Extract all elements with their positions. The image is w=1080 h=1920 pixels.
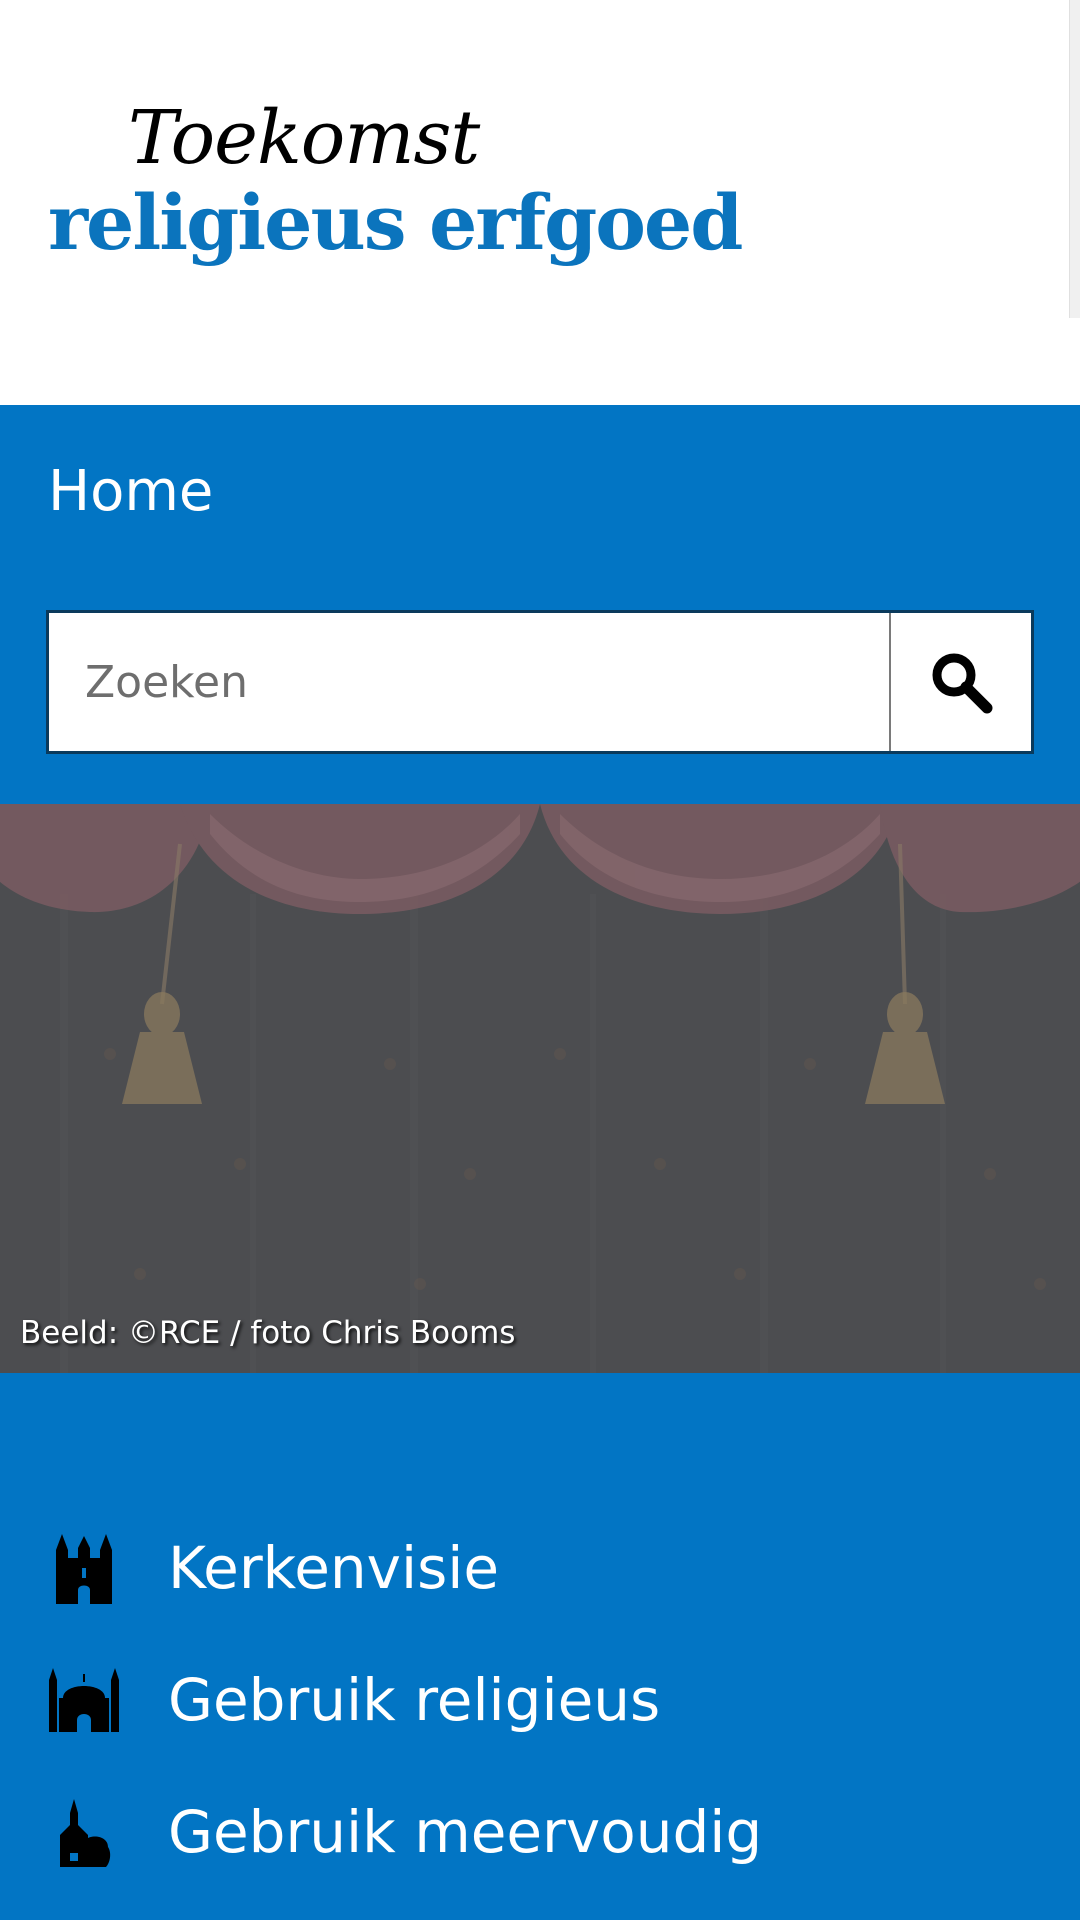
scrollbar-track[interactable] bbox=[1069, 0, 1080, 318]
topic-list: Kerkenvisie Gebruik religieus Gebruik me… bbox=[0, 1373, 1080, 1920]
main-navigation: Home bbox=[0, 405, 1080, 804]
church-icon bbox=[0, 1532, 168, 1604]
topic-label: Kerkenvisie bbox=[168, 1534, 500, 1602]
topic-link-gebruik-religieus[interactable]: Gebruik religieus bbox=[0, 1645, 1080, 1755]
hero-image: Beeld: ©RCE / foto Chris Booms bbox=[0, 804, 1080, 1373]
search-input[interactable] bbox=[49, 613, 889, 751]
topic-label: Gebruik religieus bbox=[168, 1666, 661, 1734]
topic-link-kerkenvisie[interactable]: Kerkenvisie bbox=[0, 1513, 1080, 1623]
logo-line-religieus-erfgoed: religieus erfgoed bbox=[48, 178, 743, 267]
chapel-tree-icon bbox=[0, 1797, 168, 1867]
topic-link-gebruik-meervoudig[interactable]: Gebruik meervoudig bbox=[0, 1777, 1080, 1887]
mosque-icon bbox=[0, 1668, 168, 1732]
site-logo[interactable]: Toekomst religieus erfgoed bbox=[48, 95, 743, 267]
search-form bbox=[46, 610, 1034, 754]
page: Toekomst religieus erfgoed Home Zoeken B… bbox=[0, 0, 1080, 1920]
search-button[interactable] bbox=[889, 613, 1031, 751]
site-header: Toekomst religieus erfgoed bbox=[0, 0, 1080, 405]
curtain-photo bbox=[0, 804, 1080, 1373]
topic-label: Gebruik meervoudig bbox=[168, 1798, 763, 1866]
image-credit-caption: Beeld: ©RCE / foto Chris Booms bbox=[20, 1315, 516, 1351]
nav-home-link[interactable]: Home bbox=[48, 457, 213, 527]
search-icon bbox=[932, 653, 993, 714]
logo-line-toekomst: Toekomst bbox=[128, 95, 480, 181]
